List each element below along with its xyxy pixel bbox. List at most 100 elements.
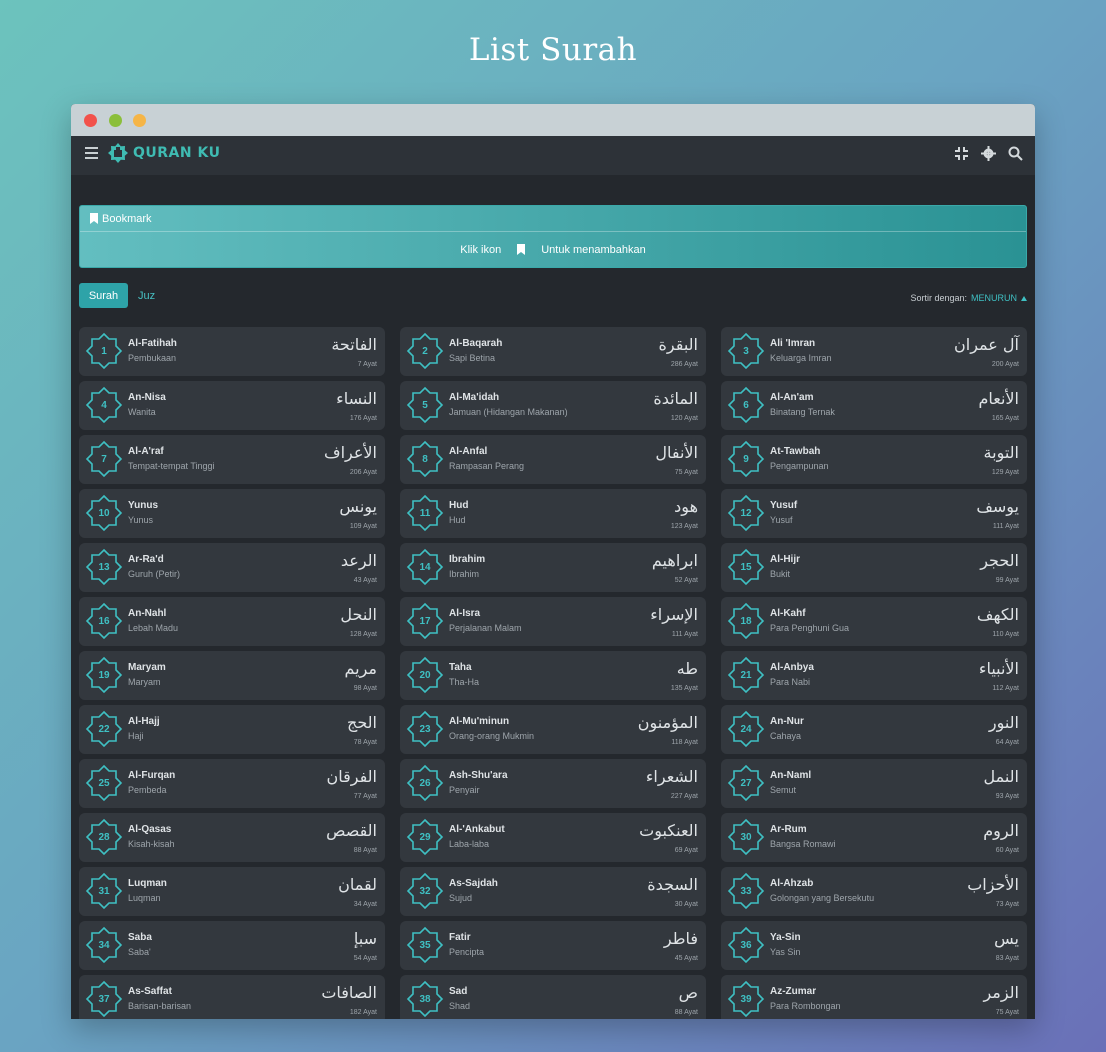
surah-card[interactable]: 18 Al-Kahf Para Penghuni Gua الكهف 110 Ayat — [721, 597, 1027, 646]
surah-card[interactable]: 12 Yusuf Yusuf يوسف 111 Ayat — [721, 489, 1027, 538]
close-window-dot[interactable] — [84, 114, 97, 127]
surah-card[interactable]: 35 Fatir Pencipta فاطر 45 Ayat — [400, 921, 706, 970]
surah-meaning: Kisah-kisah — [128, 839, 175, 849]
surah-arabic-name: المؤمنون — [637, 713, 698, 732]
sort-order-toggle[interactable]: MENURUN — [971, 293, 1017, 303]
surah-card[interactable]: 10 Yunus Yunus يونس 109 Ayat — [79, 489, 385, 538]
surah-card[interactable]: 16 An-Nahl Lebah Madu النحل 128 Ayat — [79, 597, 385, 646]
surah-card[interactable]: 33 Al-Ahzab Golongan yang Bersekutu الأحزاب… — [721, 867, 1027, 916]
surah-card[interactable]: 29 Al-'Ankabut Laba-laba العنكبوت 69 Ayat — [400, 813, 706, 862]
surah-card[interactable]: 9 At-Tawbah Pengampunan التوبة 129 Ayat — [721, 435, 1027, 484]
surah-number: 29 — [419, 831, 431, 843]
surah-name: Fatir — [449, 932, 471, 943]
surah-card[interactable]: 6 Al-An'am Binatang Ternak الأنعام 165 Ayat — [721, 381, 1027, 430]
surah-card[interactable]: 24 An-Nur Cahaya النور 64 Ayat — [721, 705, 1027, 754]
surah-card[interactable]: 19 Maryam Maryam مريم 98 Ayat — [79, 651, 385, 700]
surah-number: 2 — [422, 345, 428, 357]
surah-card[interactable]: 22 Al-Hajj Haji الحج 78 Ayat — [79, 705, 385, 754]
gear-icon[interactable] — [981, 146, 996, 161]
surah-name: Sad — [449, 986, 468, 997]
surah-ayat-count: 98 Ayat — [353, 685, 377, 692]
surah-card[interactable]: 20 Taha Tha-Ha طه 135 Ayat — [400, 651, 706, 700]
surah-arabic-name: يس — [994, 929, 1019, 948]
surah-number-badge: 25 — [85, 764, 123, 802]
surah-number-badge: 4 — [85, 386, 123, 424]
surah-ayat-count: 93 Ayat — [995, 793, 1019, 800]
surah-meaning: Pengampunan — [770, 461, 829, 471]
surah-ayat-count: 286 Ayat — [670, 361, 698, 368]
surah-card[interactable]: 2 Al-Baqarah Sapi Betina البقرة 286 Ayat — [400, 327, 706, 376]
surah-number: 26 — [419, 777, 431, 789]
surah-ayat-count: 165 Ayat — [991, 415, 1019, 422]
app-name[interactable]: QURAN KU — [133, 145, 220, 161]
surah-number-badge: 38 — [406, 980, 444, 1018]
surah-ayat-count: 112 Ayat — [992, 685, 1019, 692]
surah-card[interactable]: 1 Al-Fatihah Pembukaan الفاتحة 7 Ayat — [79, 327, 385, 376]
navbar: QURAN KU — [71, 136, 1035, 175]
app-logo-icon — [108, 143, 128, 163]
surah-meaning: Lebah Madu — [128, 623, 179, 633]
surah-card[interactable]: 11 Hud Hud هود 123 Ayat — [400, 489, 706, 538]
surah-number-badge: 37 — [85, 980, 123, 1018]
minimize-window-dot[interactable] — [133, 114, 146, 127]
surah-card[interactable]: 37 As-Saffat Barisan-barisan الصافات 182 Aya… — [79, 975, 385, 1019]
surah-meaning: Haji — [128, 731, 144, 741]
surah-arabic-name: الرعد — [340, 551, 377, 570]
surah-card[interactable]: 38 Sad Shad ص 88 Ayat — [400, 975, 706, 1019]
surah-card[interactable]: 17 Al-Isra Perjalanan Malam الإسراء 111 Ayat — [400, 597, 706, 646]
surah-ayat-count: 83 Ayat — [995, 955, 1019, 962]
hamburger-menu-icon[interactable] — [85, 147, 98, 159]
surah-ayat-count: 182 Ayat — [349, 1009, 377, 1016]
surah-number: 20 — [419, 669, 431, 681]
surah-number: 5 — [422, 399, 428, 411]
tab-surah[interactable]: Surah — [79, 283, 128, 308]
surah-number: 17 — [419, 615, 431, 627]
surah-ayat-count: 176 Ayat — [349, 415, 377, 422]
surah-card[interactable]: 39 Az-Zumar Para Rombongan الزمر 75 Ayat — [721, 975, 1027, 1019]
surah-card[interactable]: 34 Saba Saba' سبإ 54 Ayat — [79, 921, 385, 970]
surah-card[interactable]: 28 Al-Qasas Kisah-kisah القصص 88 Ayat — [79, 813, 385, 862]
tab-juz[interactable]: Juz — [138, 283, 155, 308]
surah-card[interactable]: 27 An-Naml Semut النمل 93 Ayat — [721, 759, 1027, 808]
surah-card[interactable]: 14 Ibrahim Ibrahim ابراهيم 52 Ayat — [400, 543, 706, 592]
surah-card[interactable]: 7 Al-A'raf Tempat-tempat Tinggi الأعراف 206 … — [79, 435, 385, 484]
surah-meaning: Saba' — [128, 947, 151, 957]
surah-card[interactable]: 32 As-Sajdah Sujud السجدة 30 Ayat — [400, 867, 706, 916]
surah-card[interactable]: 23 Al-Mu'minun Orang-orang Mukmin المؤمنون 1… — [400, 705, 706, 754]
surah-name: Al-Fatihah — [128, 338, 177, 349]
surah-card[interactable]: 21 Al-Anbya Para Nabi الأنبياء 112 Ayat — [721, 651, 1027, 700]
surah-number-badge: 24 — [727, 710, 765, 748]
surah-card[interactable]: 8 Al-Anfal Rampasan Perang الأنفال 75 Ayat — [400, 435, 706, 484]
maximize-window-dot[interactable] — [109, 114, 122, 127]
surah-ayat-count: 30 Ayat — [674, 901, 698, 908]
surah-meaning: Perjalanan Malam — [449, 623, 522, 633]
surah-meaning: Penyair — [449, 785, 480, 795]
surah-meaning: Sapi Betina — [449, 353, 496, 363]
surah-card[interactable]: 31 Luqman Luqman لقمان 34 Ayat — [79, 867, 385, 916]
surah-number: 19 — [98, 669, 110, 681]
search-icon[interactable] — [1008, 146, 1023, 161]
surah-card[interactable]: 3 Ali 'Imran Keluarga Imran آل عمران 200 Aya… — [721, 327, 1027, 376]
surah-card[interactable]: 26 Ash-Shu'ara Penyair الشعراء 227 Ayat — [400, 759, 706, 808]
surah-arabic-name: الروم — [983, 821, 1019, 840]
fullscreen-exit-icon[interactable] — [954, 146, 969, 161]
surah-card[interactable]: 36 Ya-Sin Yas Sin يس 83 Ayat — [721, 921, 1027, 970]
surah-number-badge: 28 — [85, 818, 123, 856]
surah-number-badge: 11 — [406, 494, 444, 532]
surah-number-badge: 34 — [85, 926, 123, 964]
surah-ayat-count: 109 Ayat — [349, 523, 377, 530]
caret-up-icon[interactable] — [1021, 295, 1027, 301]
surah-card[interactable]: 4 An-Nisa Wanita النساء 176 Ayat — [79, 381, 385, 430]
surah-number: 38 — [419, 993, 431, 1005]
surah-card[interactable]: 25 Al-Furqan Pembeda الفرقان 77 Ayat — [79, 759, 385, 808]
surah-card[interactable]: 30 Ar-Rum Bangsa Romawi الروم 60 Ayat — [721, 813, 1027, 862]
surah-card[interactable]: 15 Al-Hijr Bukit الحجر 99 Ayat — [721, 543, 1027, 592]
surah-card[interactable]: 13 Ar-Ra'd Guruh (Petir) الرعد 43 Ayat — [79, 543, 385, 592]
surah-name: Al-Anbya — [770, 662, 814, 673]
surah-arabic-name: الفاتحة — [331, 335, 377, 354]
surah-meaning: Pencipta — [449, 947, 485, 957]
surah-arabic-name: يونس — [339, 497, 377, 516]
surah-ayat-count: 111 Ayat — [671, 631, 698, 638]
surah-card[interactable]: 5 Al-Ma'idah Jamuan (Hidangan Makanan) الما… — [400, 381, 706, 430]
surah-arabic-name: الإسراء — [650, 605, 698, 624]
